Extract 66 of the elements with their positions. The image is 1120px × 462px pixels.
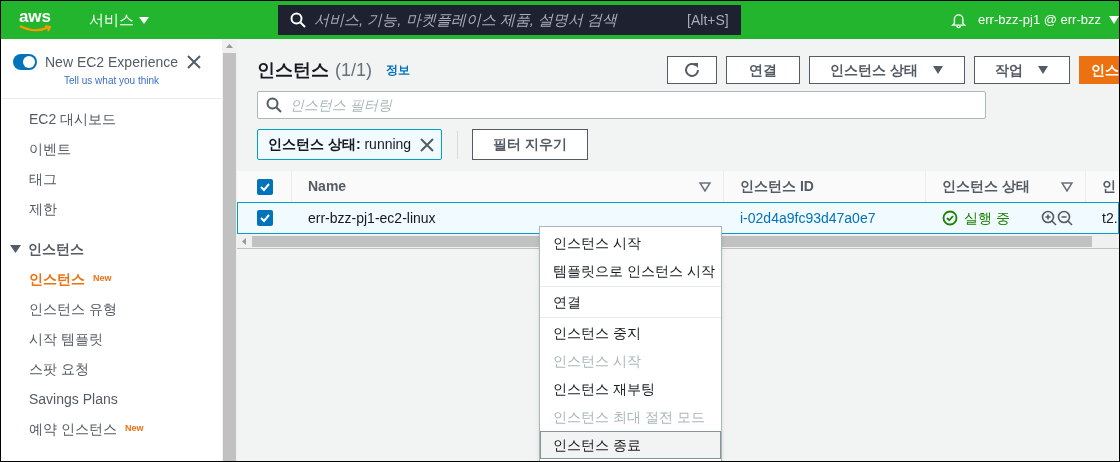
search-field[interactable]: 서비스, 기능, 마켓플레이스 제품, 설명서 검색 bbox=[313, 8, 680, 32]
search-icon bbox=[289, 12, 306, 28]
filter-token[interactable]: 인스턴스 상태: running bbox=[257, 129, 443, 160]
table-row[interactable]: err-bzz-pj1-ec2-linux i-02d4a9fc93d47a0e7 실행 중 t2. bbox=[237, 202, 1119, 234]
search-bar[interactable]: 서비스, 기능, 마켓플레이스 제품, 설명서 검색 [Alt+S] bbox=[277, 5, 741, 35]
nav-item[interactable]: 제한 bbox=[1, 194, 222, 224]
sort-icon[interactable] bbox=[1061, 181, 1073, 192]
nav-item[interactable]: 스팟 요청 bbox=[29, 358, 89, 380]
instance-count: (1/1) bbox=[335, 58, 372, 82]
caret-icon bbox=[1037, 65, 1049, 75]
filter-token-text: 인스턴스 상태: running bbox=[268, 135, 412, 154]
nav-item[interactable]: 예약 인스턴스 bbox=[29, 418, 117, 440]
caret-icon bbox=[1109, 16, 1119, 24]
new-label: New bbox=[124, 422, 144, 436]
info-link[interactable]: 정보 bbox=[386, 61, 410, 79]
status-text: 실행 중 bbox=[964, 208, 1010, 228]
expanded-caret-icon[interactable] bbox=[10, 244, 21, 254]
nav-item[interactable]: Savings Plans bbox=[29, 388, 118, 410]
column-header[interactable]: 인스턴스 상태 bbox=[942, 176, 1030, 197]
table-cell-text: t2. bbox=[1102, 208, 1118, 228]
menu-item: 인스턴스 최대 절전 모드 bbox=[552, 408, 706, 427]
menu-item: 인스턴스 시작 bbox=[552, 352, 642, 371]
section-heading[interactable]: 인스턴스 bbox=[28, 238, 84, 260]
close-icon[interactable] bbox=[186, 54, 203, 70]
dropdown-button[interactable]: 인스턴스 상태 bbox=[809, 56, 965, 84]
remove-icon[interactable] bbox=[419, 136, 436, 153]
dropdown-button[interactable]: 작업 bbox=[974, 56, 1070, 84]
column-header[interactable]: 인 bbox=[1102, 176, 1116, 197]
check-circle-icon bbox=[942, 210, 958, 226]
column-header[interactable]: 인스턴스 ID bbox=[740, 176, 814, 197]
table-cell-text: err-bzz-pj1-ec2-linux bbox=[308, 208, 436, 228]
checkbox[interactable] bbox=[257, 178, 273, 195]
menu-item[interactable]: 템플릿으로 인스턴스 시작 bbox=[540, 257, 721, 285]
nav-item[interactable]: EC2 대시보드 bbox=[1, 104, 222, 134]
connect-button[interactable]: 연결 bbox=[726, 56, 801, 84]
caret-icon bbox=[932, 65, 944, 75]
scrollbar-thumb[interactable] bbox=[223, 53, 236, 461]
nav-item[interactable]: 태그 bbox=[1, 164, 222, 194]
menu-item[interactable]: 인스턴스 종료 bbox=[540, 431, 721, 459]
nav-item[interactable]: 이벤트 bbox=[1, 134, 222, 164]
feedback-link[interactable]: Tell us what you think bbox=[64, 73, 160, 88]
column-header[interactable]: Name bbox=[308, 176, 347, 197]
search-icon bbox=[266, 97, 282, 113]
new-label: New bbox=[93, 272, 112, 286]
filter-bar[interactable]: 인스턴스 필터링 bbox=[257, 91, 986, 119]
clear-filters-button[interactable]: 필터 지우기 bbox=[472, 129, 589, 160]
nav-item[interactable]: 시작 템플릿 bbox=[29, 328, 103, 350]
zoom-out-icon[interactable] bbox=[1057, 210, 1073, 226]
toggle-switch[interactable] bbox=[13, 54, 37, 70]
checkbox[interactable] bbox=[257, 210, 273, 226]
menu-item[interactable]: 인스턴스 중지 bbox=[540, 319, 721, 347]
smile-arrow-icon bbox=[17, 25, 52, 32]
shortcut-hint: [Alt+S] bbox=[687, 10, 729, 30]
bell-icon[interactable] bbox=[950, 11, 966, 29]
instance-id-link[interactable]: i-02d4a9fc93d47a0e7 bbox=[740, 207, 876, 229]
sort-icon[interactable] bbox=[699, 181, 711, 192]
menu-item[interactable]: 인스턴스 재부팅 bbox=[540, 375, 721, 403]
refresh-button[interactable] bbox=[667, 56, 718, 84]
experience-label: New EC2 Experience bbox=[45, 53, 179, 72]
refresh-icon bbox=[683, 61, 702, 79]
filter-field[interactable]: 인스턴스 필터링 bbox=[290, 94, 977, 116]
nav-item[interactable]: 인스턴스 유형 bbox=[29, 298, 117, 320]
zoom-in-icon[interactable] bbox=[1041, 210, 1057, 226]
menu-item[interactable]: 연결 bbox=[540, 288, 721, 316]
caret-icon bbox=[137, 15, 150, 25]
page-title: 인스턴스 bbox=[257, 58, 329, 82]
